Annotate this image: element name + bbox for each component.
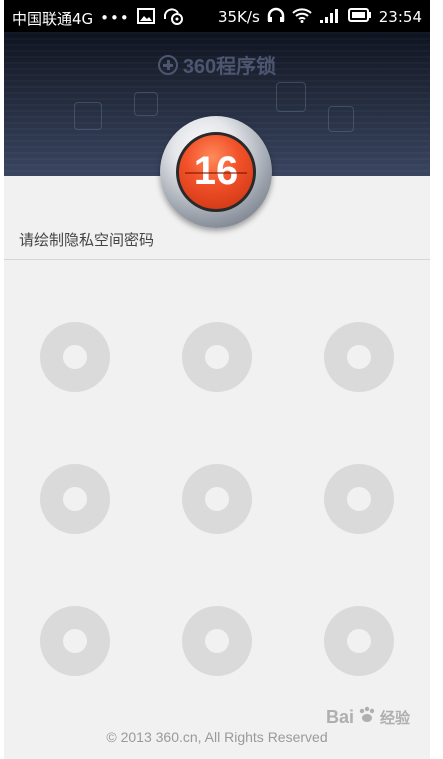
app-brand-title: 360程序锁 <box>4 50 430 79</box>
pattern-node-1[interactable] <box>40 322 110 392</box>
decorative-app-icon <box>328 106 354 132</box>
paw-icon <box>357 705 377 730</box>
pattern-node-5[interactable] <box>182 464 252 534</box>
image-icon <box>136 8 155 28</box>
pattern-node-6[interactable] <box>324 464 394 534</box>
page-margin <box>430 0 443 759</box>
watermark-text-2: 经验 <box>380 710 411 727</box>
divider <box>4 259 430 260</box>
decorative-app-icon <box>74 102 102 130</box>
plus-circle-icon <box>157 54 178 75</box>
pattern-node-7[interactable] <box>40 606 110 676</box>
pattern-node-8[interactable] <box>182 606 252 676</box>
signal-icon <box>319 7 341 27</box>
decorative-app-icon <box>276 82 306 112</box>
watermark-text: Bai <box>326 707 355 727</box>
brand-label: 360程序锁 <box>182 56 277 78</box>
clock: 23:54 <box>378 8 422 26</box>
notification-dots: ••• <box>100 9 130 27</box>
carrier-label: 中国联通4G <box>12 9 94 28</box>
copyright-footer: © 2013 360.cn, All Rights Reserved <box>106 729 328 745</box>
status-bar: 中国联通4G ••• 35K/s 23:54 <box>4 0 430 32</box>
headphones-icon <box>267 7 285 27</box>
network-speed: 35K/s <box>217 8 260 26</box>
headset-sync-icon <box>162 7 184 29</box>
watermark: Bai 经验 <box>326 705 410 730</box>
badge-counter: 16 <box>176 132 256 212</box>
pattern-node-9[interactable] <box>324 606 394 676</box>
pattern-node-4[interactable] <box>40 464 110 534</box>
battery-icon <box>347 8 372 26</box>
pattern-node-2[interactable] <box>182 322 252 392</box>
badge-flip-line <box>185 172 247 174</box>
decorative-app-icon <box>134 92 158 116</box>
app-lock-badge: 16 <box>160 116 272 228</box>
pattern-prompt: 请绘制隐私空间密码 <box>19 231 155 249</box>
wifi-icon <box>292 7 312 27</box>
pattern-node-3[interactable] <box>324 322 394 392</box>
app-screen: 中国联通4G ••• 35K/s 23:54 360程序锁 16 请绘制隐私空间… <box>4 0 430 759</box>
